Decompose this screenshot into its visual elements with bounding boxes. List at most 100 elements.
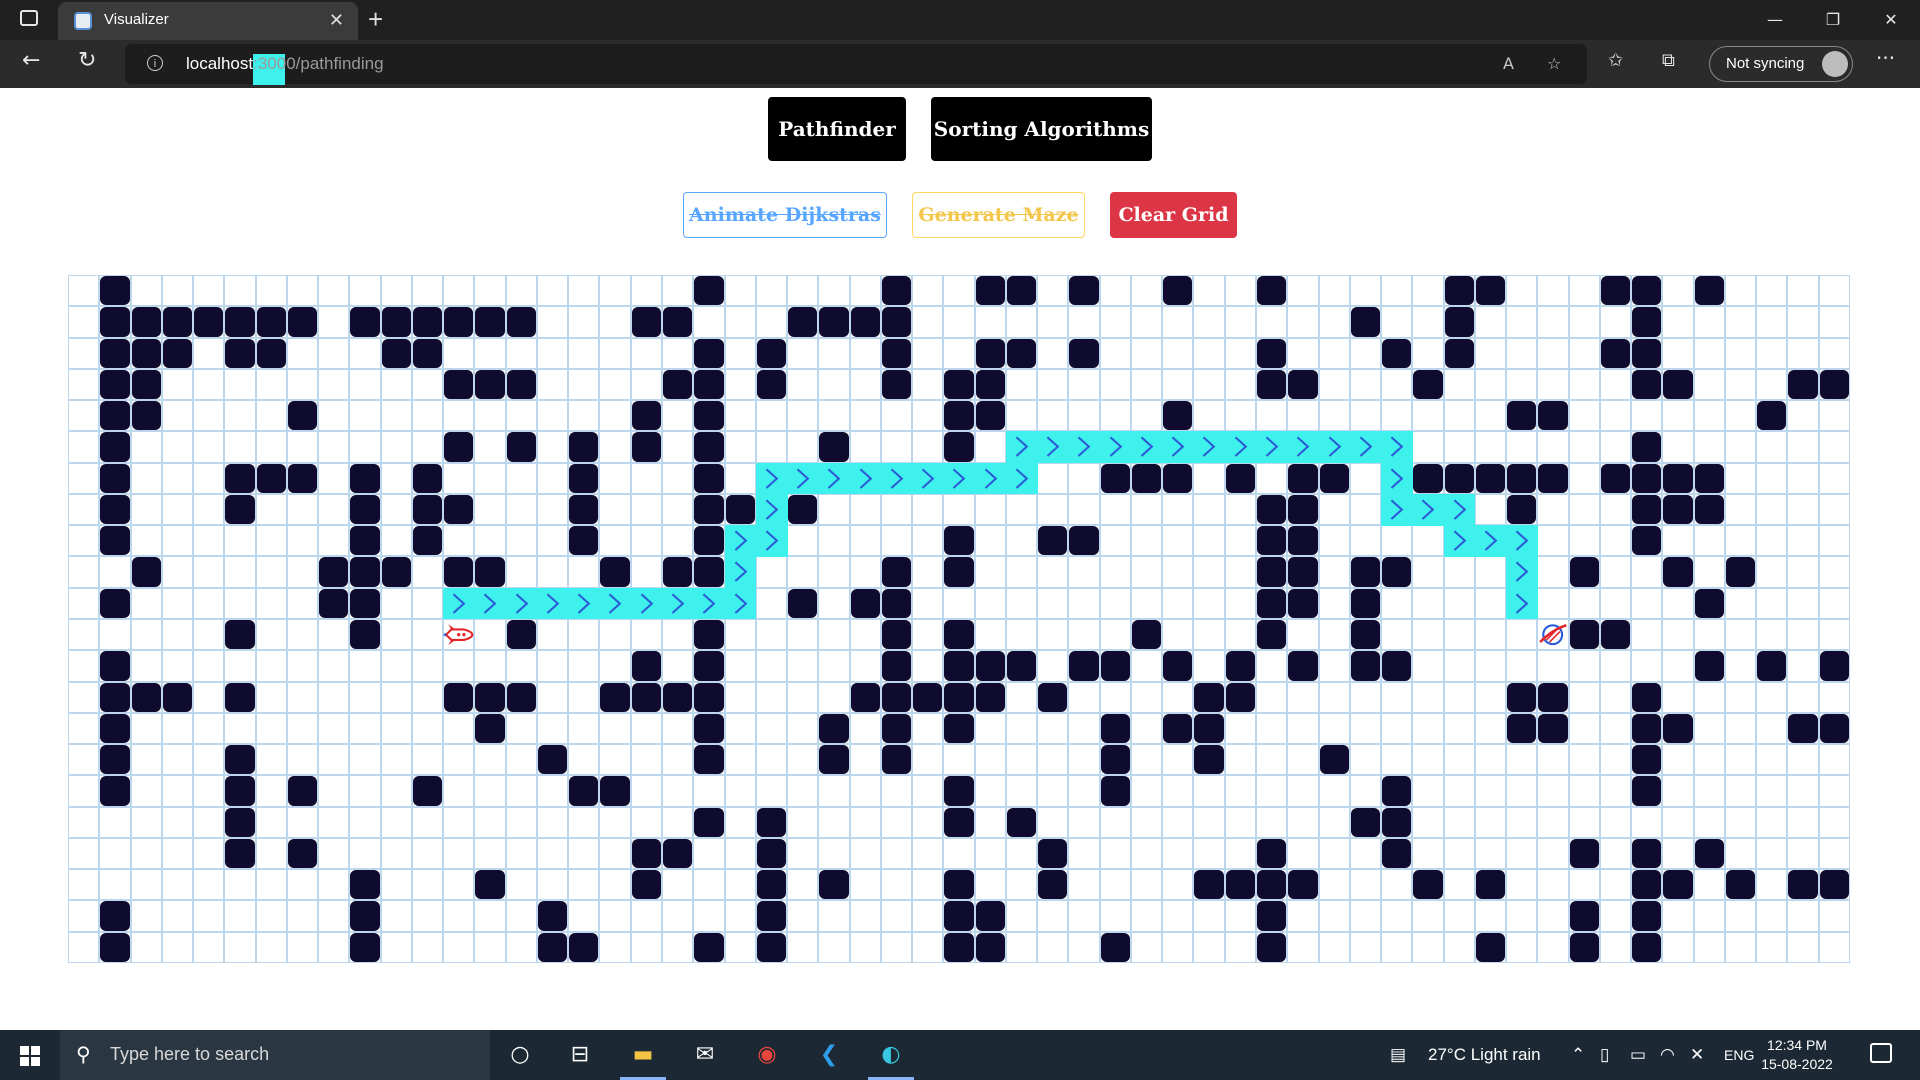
grid-cell[interactable] [1256, 775, 1288, 807]
wall-cell[interactable] [1569, 932, 1599, 962]
grid-cell[interactable] [693, 869, 725, 901]
grid-cell[interactable] [755, 400, 788, 432]
grid-cell[interactable] [68, 493, 100, 526]
grid-cell[interactable] [1412, 744, 1444, 776]
grid-cell[interactable] [1099, 806, 1131, 838]
grid-cell[interactable] [599, 368, 631, 401]
grid-cell[interactable] [224, 525, 256, 557]
grid-cell[interactable] [1162, 837, 1194, 870]
wall-cell[interactable] [350, 463, 380, 493]
grid-cell[interactable] [1693, 744, 1725, 776]
grid-cell[interactable] [1287, 400, 1319, 432]
wall-cell[interactable] [1663, 369, 1693, 400]
grid-cell[interactable] [1693, 712, 1725, 745]
grid-cell[interactable] [1599, 775, 1632, 807]
mail-icon[interactable]: ✉ [690, 1040, 720, 1070]
grid-cell[interactable] [1537, 306, 1569, 338]
wall-cell[interactable] [162, 307, 193, 337]
grid-cell[interactable] [662, 775, 694, 807]
wall-cell[interactable] [475, 369, 505, 400]
grid-cell[interactable] [1037, 493, 1069, 526]
grid-cell[interactable] [68, 431, 100, 463]
grid-cell[interactable] [380, 275, 412, 307]
wall-cell[interactable] [600, 682, 630, 712]
grid-cell[interactable] [68, 681, 100, 713]
grid-cell[interactable] [1224, 525, 1256, 557]
grid-cell[interactable] [787, 337, 819, 369]
grid-cell[interactable] [193, 775, 225, 807]
wall-cell[interactable] [1757, 401, 1787, 431]
grid-cell[interactable] [536, 837, 569, 870]
grid-cell[interactable] [1130, 806, 1163, 838]
language-indicator[interactable]: ENG [1724, 1030, 1754, 1080]
grid-cell[interactable] [787, 681, 819, 713]
wall-cell[interactable] [225, 307, 255, 337]
grid-cell[interactable] [1037, 775, 1069, 807]
wall-cell[interactable] [1600, 463, 1631, 493]
grid-cell[interactable] [1537, 744, 1569, 776]
grid-cell[interactable] [912, 650, 944, 682]
wall-cell[interactable] [100, 432, 130, 462]
grid-cell[interactable] [724, 275, 756, 307]
grid-cell[interactable] [880, 525, 913, 557]
grid-cell[interactable] [1818, 306, 1850, 338]
wall-cell[interactable] [1163, 713, 1193, 744]
grid-cell[interactable] [974, 712, 1006, 745]
wall-cell[interactable] [506, 432, 536, 462]
grid-cell[interactable] [193, 712, 225, 745]
grid-cell[interactable] [161, 837, 194, 870]
grid-cell[interactable] [1318, 900, 1350, 932]
grid-cell[interactable] [1130, 681, 1163, 713]
wall-cell[interactable] [444, 682, 474, 712]
wall-cell[interactable] [1444, 338, 1474, 368]
grid-cell[interactable] [505, 556, 537, 588]
grid-cell[interactable] [286, 744, 319, 776]
grid-cell[interactable] [1412, 525, 1444, 557]
grid-cell[interactable] [1756, 493, 1788, 526]
battery-icon[interactable]: ▭ [1630, 1030, 1646, 1080]
grid-cell[interactable] [1130, 775, 1163, 807]
grid-cell[interactable] [1381, 900, 1413, 932]
taskbar-search[interactable]: ⚲ Type here to search [60, 1030, 490, 1080]
wall-cell[interactable] [788, 494, 818, 525]
wall-cell[interactable] [1569, 620, 1599, 650]
grid-cell[interactable] [161, 275, 194, 307]
wall-cell[interactable] [1257, 526, 1287, 556]
grid-cell[interactable] [68, 619, 100, 651]
grid-cell[interactable] [1724, 431, 1757, 463]
grid-cell[interactable] [68, 712, 100, 745]
wall-cell[interactable] [1538, 682, 1568, 712]
wall-cell[interactable] [1632, 369, 1662, 400]
grid-cell[interactable] [724, 900, 756, 932]
grid-cell[interactable] [1506, 368, 1538, 401]
grid-cell[interactable] [536, 712, 569, 745]
grid-cell[interactable] [568, 275, 600, 307]
grid-cell[interactable] [130, 806, 162, 838]
grid-cell[interactable] [1318, 650, 1350, 682]
grid-cell[interactable] [880, 775, 913, 807]
grid-cell[interactable] [662, 869, 694, 901]
grid-cell[interactable] [318, 837, 350, 870]
wall-cell[interactable] [663, 557, 693, 587]
wall-cell[interactable] [100, 494, 130, 525]
wall-cell[interactable] [1100, 932, 1130, 962]
wall-cell[interactable] [100, 526, 130, 556]
wall-cell[interactable] [1038, 526, 1068, 556]
wall-cell[interactable] [694, 369, 724, 400]
grid-cell[interactable] [1693, 431, 1725, 463]
wall-cell[interactable] [1444, 307, 1474, 337]
grid-cell[interactable] [1662, 619, 1694, 651]
grid-cell[interactable] [1693, 806, 1725, 838]
grid-cell[interactable] [974, 806, 1006, 838]
wall-cell[interactable] [412, 463, 443, 493]
grid-cell[interactable] [568, 337, 600, 369]
grid-cell[interactable] [130, 900, 162, 932]
grid-cell[interactable] [1443, 775, 1475, 807]
grid-cell[interactable] [1318, 806, 1350, 838]
grid-cell[interactable] [1193, 306, 1225, 338]
grid-cell[interactable] [1162, 493, 1194, 526]
grid-cell[interactable] [1412, 931, 1444, 963]
grid-cell[interactable] [1568, 306, 1600, 338]
grid-cell[interactable] [318, 525, 350, 557]
wall-cell[interactable] [881, 557, 912, 587]
